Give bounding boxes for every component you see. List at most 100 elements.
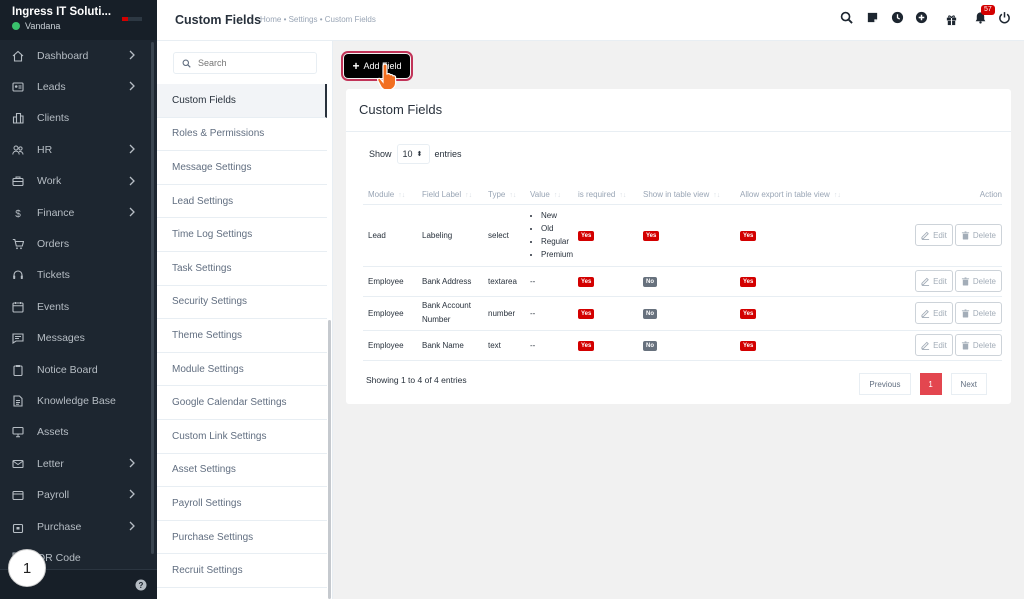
sidebar-item-label: Leads <box>37 81 66 94</box>
edit-button[interactable]: Edit <box>915 224 953 246</box>
sort-icon: ↑↓ <box>398 191 406 199</box>
settings-item-recruit-settings[interactable]: Recruit Settings <box>157 554 327 588</box>
column-header[interactable]: Value ↑↓ <box>525 185 574 205</box>
trash-icon <box>961 340 969 350</box>
column-header[interactable]: Show in table view ↑↓ <box>638 185 736 205</box>
settings-item-message-settings[interactable]: Message Settings <box>157 151 327 185</box>
cell-required: Yes <box>573 296 639 331</box>
cell-type: number <box>483 296 525 331</box>
chat-icon <box>11 331 25 345</box>
settings-search-input[interactable] <box>198 58 308 68</box>
edit-label: Edit <box>933 340 947 350</box>
sidebar-item-work[interactable]: Work <box>0 166 150 197</box>
cell-field-label: Bank Account Number <box>417 296 483 331</box>
sidebar-item-purchase[interactable]: Purchase <box>0 511 150 542</box>
sidebar-item-label: Finance <box>37 206 75 219</box>
column-header[interactable]: is required ↑↓ <box>573 185 639 205</box>
settings-item-custom-fields[interactable]: Custom Fields <box>157 84 327 118</box>
chevron-right-icon <box>129 144 135 154</box>
settings-item-purchase-settings[interactable]: Purchase Settings <box>157 521 327 555</box>
sidebar-item-events[interactable]: Events <box>0 291 150 322</box>
cell-field-label: Bank Name <box>417 330 483 361</box>
cell-value: -- <box>530 340 536 350</box>
settings-item-time-log-settings[interactable]: Time Log Settings <box>157 218 327 252</box>
sidebar-item-assets[interactable]: Assets <box>0 417 150 448</box>
sidebar-item-knowledge-base[interactable]: Knowledge Base <box>0 385 150 416</box>
column-header[interactable]: Field Label ↑↓ <box>417 185 483 205</box>
svg-text:?: ? <box>139 581 144 590</box>
settings-search-box[interactable] <box>173 52 317 74</box>
settings-item-roles-permissions[interactable]: Roles & Permissions <box>157 118 327 152</box>
column-header[interactable]: Module ↑↓ <box>363 185 417 205</box>
settings-item-security-settings[interactable]: Security Settings <box>157 286 327 320</box>
sidebar-item-orders[interactable]: Orders <box>0 228 150 259</box>
edit-button[interactable]: Edit <box>915 270 953 292</box>
chevron-right-icon <box>129 490 135 499</box>
help-icon[interactable]: ? <box>135 579 147 591</box>
settings-item-custom-link-settings[interactable]: Custom Link Settings <box>157 420 327 454</box>
sidebar-item-messages[interactable]: Messages <box>0 323 150 354</box>
cell-value: NewOldRegularPremium <box>525 204 574 267</box>
power-icon[interactable] <box>998 11 1012 25</box>
settings-item-payroll-settings[interactable]: Payroll Settings <box>157 487 327 521</box>
delete-button[interactable]: Delete <box>954 302 1002 324</box>
delete-button[interactable]: Delete <box>954 334 1002 356</box>
cell-field-label: Labeling <box>417 204 483 267</box>
status-badge: Yes <box>578 308 595 319</box>
settings-item-asset-settings[interactable]: Asset Settings <box>157 454 327 488</box>
edit-button[interactable]: Edit <box>915 302 953 324</box>
sidebar-item-label: Clients <box>37 112 70 125</box>
sidebar-item-leads[interactable]: Leads <box>0 71 150 102</box>
delete-button[interactable]: Delete <box>954 270 1002 292</box>
settings-item-google-calendar-settings[interactable]: Google Calendar Settings <box>157 386 327 420</box>
entries-select[interactable]: 10 ⬍ <box>396 144 430 164</box>
cell-actions: Edit Delete <box>863 330 1002 361</box>
search-icon[interactable] <box>840 11 854 25</box>
column-label: Module <box>368 189 395 199</box>
sidebar-item-label: Dashboard <box>37 49 89 62</box>
settings-item-module-settings[interactable]: Module Settings <box>157 353 327 387</box>
sidebar-item-label: Events <box>37 300 70 313</box>
column-header[interactable]: Allow export in table view ↑↓ <box>735 185 864 205</box>
sort-icon: ↑↓ <box>509 191 517 199</box>
chevron-right-icon <box>129 521 135 531</box>
sidebar-item-letter[interactable]: Letter <box>0 448 150 479</box>
edit-icon <box>921 277 930 286</box>
settings-scrollbar[interactable] <box>328 320 331 599</box>
sidebar-scrollbar[interactable] <box>151 42 154 554</box>
edit-icon <box>921 309 930 318</box>
chevron-right-icon <box>129 50 135 60</box>
status-badge: No <box>643 276 658 287</box>
plus-circle-icon[interactable] <box>915 11 929 25</box>
sidebar-item-clients[interactable]: Clients <box>0 103 150 134</box>
sidebar-item-hr[interactable]: HR <box>0 134 150 165</box>
cell-table-view: No <box>638 296 736 331</box>
gift-icon[interactable] <box>945 13 959 27</box>
next-page-button[interactable]: Next <box>950 373 987 395</box>
edit-button[interactable]: Edit <box>915 334 953 356</box>
edit-label: Edit <box>933 308 947 318</box>
column-header[interactable]: Type ↑↓ <box>483 185 525 205</box>
sidebar-item-payroll[interactable]: Payroll <box>0 479 150 510</box>
settings-item-lead-settings[interactable]: Lead Settings <box>157 185 327 219</box>
sidebar-item-dashboard[interactable]: Dashboard <box>0 40 150 71</box>
previous-page-button[interactable]: Previous <box>859 373 911 395</box>
settings-item-task-settings[interactable]: Task Settings <box>157 252 327 286</box>
sidebar-item-notice-board[interactable]: Notice Board <box>0 354 150 385</box>
search-icon <box>182 59 191 68</box>
sidebar-item-finance[interactable]: $ Finance <box>0 197 150 228</box>
breadcrumb[interactable]: Home • Settings • Custom Fields <box>260 15 376 24</box>
sticky-note-icon[interactable] <box>866 11 880 25</box>
id-card-icon <box>11 80 25 94</box>
trash-icon <box>961 230 969 240</box>
settings-item-theme-settings[interactable]: Theme Settings <box>157 319 327 353</box>
chevron-right-icon <box>129 207 135 217</box>
calendar-icon <box>11 300 25 314</box>
delete-button[interactable]: Delete <box>954 224 1002 246</box>
sidebar-item-tickets[interactable]: Tickets <box>0 260 150 291</box>
cell-value: -- <box>525 296 574 331</box>
delete-label: Delete <box>972 340 996 350</box>
chevron-right-icon <box>129 81 135 91</box>
clock-icon[interactable] <box>891 11 905 25</box>
page-1-button[interactable]: 1 <box>919 373 942 395</box>
